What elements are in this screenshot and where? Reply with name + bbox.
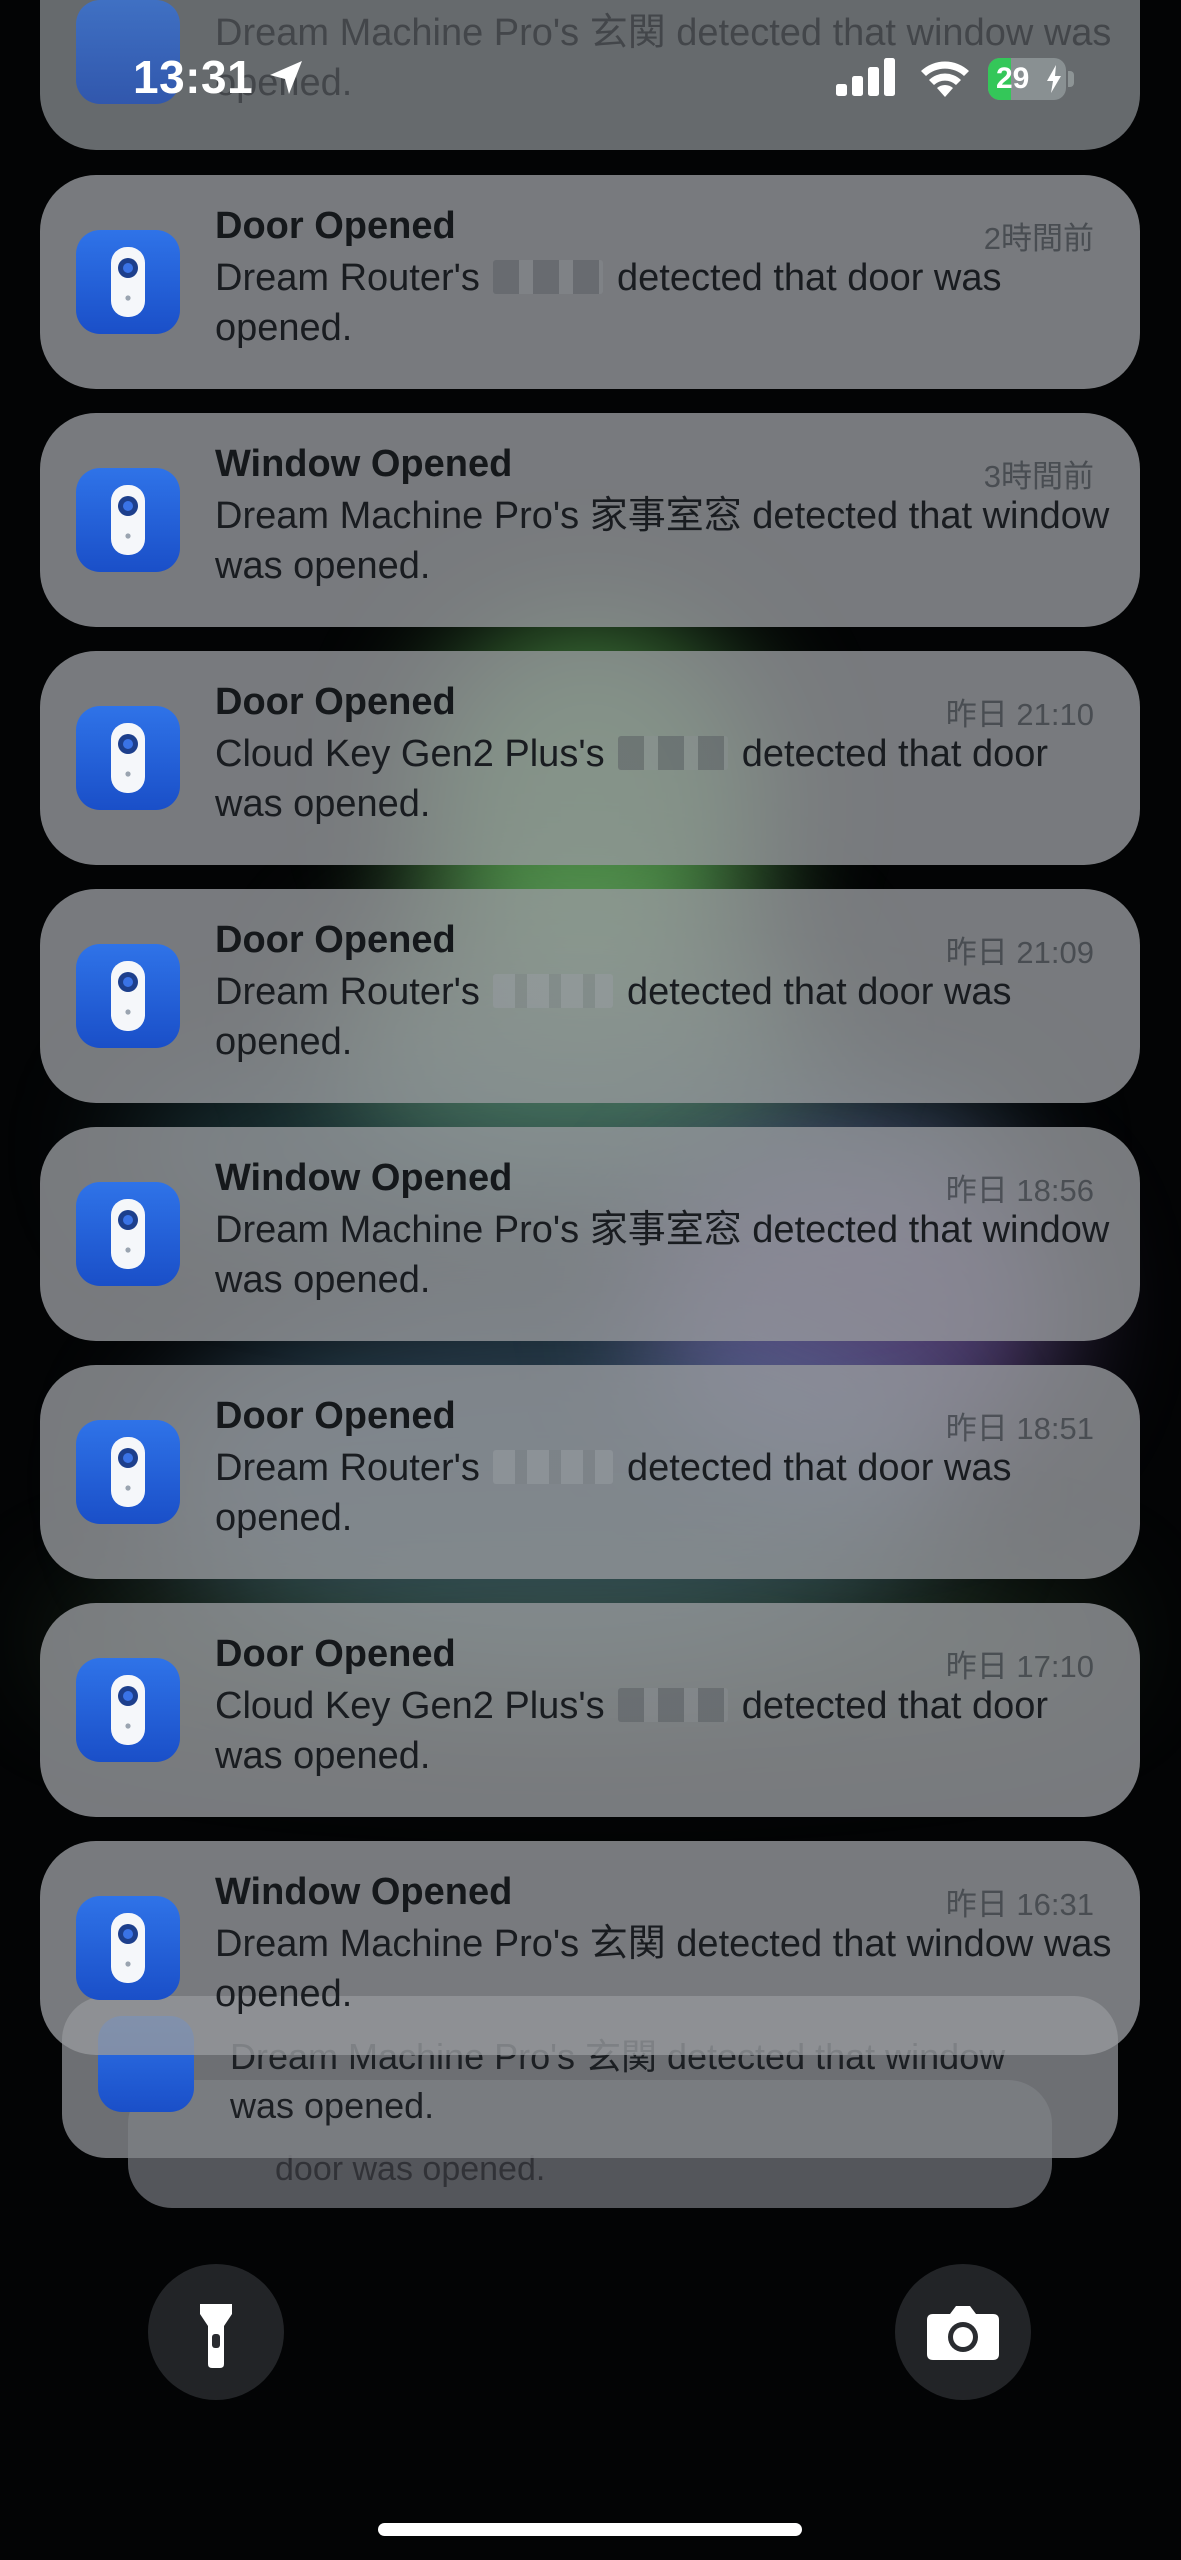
wifi-icon: [921, 61, 969, 97]
door-sensor-icon: [111, 723, 145, 793]
notification-card[interactable]: Door Opened 昨日 18:51Dream Router's ■■■ de…: [40, 1365, 1140, 1579]
app-icon: [76, 706, 180, 810]
notification-title: Window Opened: [215, 1871, 513, 1913]
notification-time: 昨日 21:10: [945, 697, 1094, 732]
door-sensor-icon: [111, 1675, 145, 1745]
app-icon: [76, 1420, 180, 1524]
notification-title: Door Opened: [215, 1633, 456, 1675]
notification-time: 3時間前: [983, 459, 1094, 494]
camera-button[interactable]: [895, 2264, 1031, 2400]
device-name: Cloud Key Gen2 Plus's: [215, 1685, 605, 1727]
notification-time: 昨日 17:10: [945, 1649, 1094, 1684]
notification-time: 昨日 18:51: [945, 1411, 1094, 1446]
device-name: Dream Router's: [215, 257, 480, 299]
notification-title: Window Opened: [215, 1157, 513, 1199]
charging-bolt-icon: [1047, 65, 1061, 93]
notification-body: Cloud Key Gen2 Plus's ■■■ detected that …: [215, 1681, 1115, 1781]
device-name: Dream Machine Pro's: [215, 495, 580, 537]
device-name: Dream Machine Pro's: [215, 1209, 580, 1251]
notification-time: 昨日 21:09: [945, 935, 1094, 970]
app-icon: [76, 1182, 180, 1286]
notification-card[interactable]: Door Opened 昨日 21:10 Cloud Key Gen2 Plus's…: [40, 651, 1140, 865]
app-icon: [76, 944, 180, 1048]
home-indicator[interactable]: [378, 2523, 802, 2536]
notification-body: Dream Machine Pro's 家事室窓 detected that w…: [215, 1205, 1115, 1305]
location-arrow-icon: [270, 61, 302, 94]
notification-body: Cloud Key Gen2 Plus's ■■■ detected that …: [215, 729, 1115, 829]
battery-indicator: 29: [988, 58, 1076, 100]
sensor-name: ■■■: [493, 260, 604, 294]
notification-body: Dream Router's ■■■ detected that door wa…: [215, 253, 1115, 353]
notification-card[interactable]: Door Opened 昨日 21:09Dream Router's ■■■ de…: [40, 889, 1140, 1103]
app-icon: [76, 468, 180, 572]
notification-card[interactable]: Window Opened 昨日 16:31 Dream Machine Pro's…: [40, 1841, 1140, 2055]
sensor-name: ■■■: [618, 1688, 729, 1722]
notification-body: Dream Machine Pro's 玄関 detected that win…: [215, 1919, 1115, 2019]
app-icon: [76, 1896, 180, 2000]
notification-card[interactable]: Window Opened 3時間前 Dream Machine Pro's 家事室…: [40, 413, 1140, 627]
sensor-name: ■■■: [493, 1450, 614, 1484]
app-icon: [76, 230, 180, 334]
camera-icon: [927, 2306, 999, 2360]
sensor-name: 玄関: [589, 1923, 666, 1965]
notification-title: Door Opened: [215, 919, 456, 961]
notification-card[interactable]: Door Opened 2時間前Dream Router's ■■■ detect…: [40, 175, 1140, 389]
sensor-name: 家事室窓: [589, 495, 742, 537]
sensor-name: ■■■: [618, 736, 729, 770]
status-bar: 13:31 29: [0, 0, 1181, 160]
notification-time: 昨日 18:56: [945, 1173, 1094, 1208]
notification-body: Dream Router's ■■■ detected that door wa…: [215, 1443, 1115, 1543]
device-name: Cloud Key Gen2 Plus's: [215, 733, 605, 775]
notification-body: Dream Machine Pro's 家事室窓 detected that w…: [215, 491, 1115, 591]
notification-title: Window Opened: [215, 443, 513, 485]
notification-card[interactable]: Door Opened 昨日 17:10 Cloud Key Gen2 Plus's…: [40, 1603, 1140, 1817]
device-name: Dream Machine Pro's: [215, 1923, 580, 1965]
door-sensor-icon: [111, 247, 145, 317]
device-name: Dream Router's: [215, 1447, 480, 1489]
sensor-name: 家事室窓: [589, 1209, 742, 1251]
notification-time: 2時間前: [983, 221, 1094, 256]
door-sensor-icon: [111, 1437, 145, 1507]
sensor-name: ■■■: [493, 974, 614, 1008]
notification-title: Door Opened: [215, 1395, 456, 1437]
notification-body: Dream Router's ■■■ detected that door wa…: [215, 967, 1115, 1067]
battery-level: 29: [996, 62, 1030, 95]
app-icon: [76, 1658, 180, 1762]
door-sensor-icon: [111, 1913, 145, 1983]
door-sensor-icon: [111, 485, 145, 555]
notification-card[interactable]: Window Opened 昨日 18:56 Dream Machine Pro's…: [40, 1127, 1140, 1341]
flashlight-button[interactable]: [148, 2264, 284, 2400]
notification-time: 昨日 16:31: [945, 1887, 1094, 1922]
door-sensor-icon: [111, 1199, 145, 1269]
status-time: 13:31: [133, 51, 254, 103]
notification-title: Door Opened: [215, 681, 456, 723]
notification-title: Door Opened: [215, 205, 456, 247]
device-name: Dream Router's: [215, 971, 480, 1013]
door-sensor-icon: [111, 961, 145, 1031]
flashlight-icon: [200, 2304, 232, 2368]
cellular-signal-icon: [836, 58, 895, 96]
